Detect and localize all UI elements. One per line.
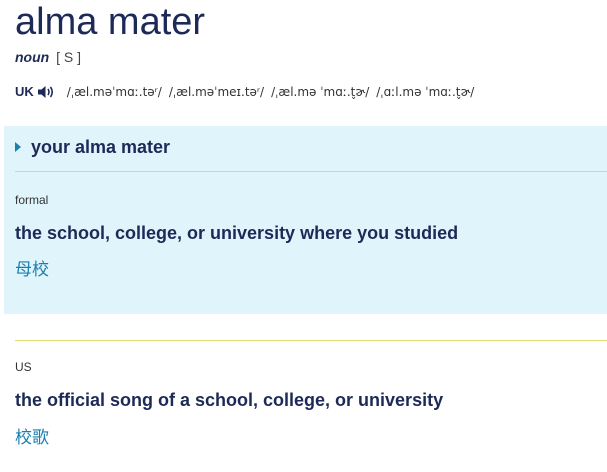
definition: the school, college, or university where… [15,223,459,243]
definition: the official song of a school, college, … [15,390,444,410]
ipa-variant-4: /ˌɑːl.mə ˈmɑː.t̬ɚ/ [376,85,475,99]
region-label: UK [15,84,34,99]
headword: alma mater [15,1,206,43]
speaker-icon[interactable] [37,84,57,100]
ipa-variant-1: /ˌæl.məˈmɑː.təʳ/ [66,85,162,99]
caret-right-icon [15,142,21,152]
translation[interactable]: 校歌 [15,427,49,449]
grammar-code: [ S ] [56,49,82,65]
sense-divider [15,171,607,172]
usage-label: formal [15,193,49,207]
ipa-variant-3: /ˌæl.mə ˈmɑː.t̬ɚ/ [271,85,370,99]
idiom-heading[interactable]: your alma mater [15,136,170,158]
part-of-speech: noun [15,49,50,65]
ipa-variant-2: /ˌæl.məˈmeɪ.təʳ/ [168,85,265,99]
part-of-speech-line: noun [ S ] [15,48,81,66]
sense-divider [15,340,607,341]
idiom-panel: your alma mater formal the school, colle… [4,126,607,314]
pronunciation-line: UK /ˌæl.məˈmɑː.təʳ/ /ˌæl.məˈmeɪ.təʳ/ /ˌæ… [15,83,481,101]
idiom-phrase: your alma mater [31,137,171,157]
translation[interactable]: 母校 [15,259,49,281]
usage-label: US [15,360,32,374]
